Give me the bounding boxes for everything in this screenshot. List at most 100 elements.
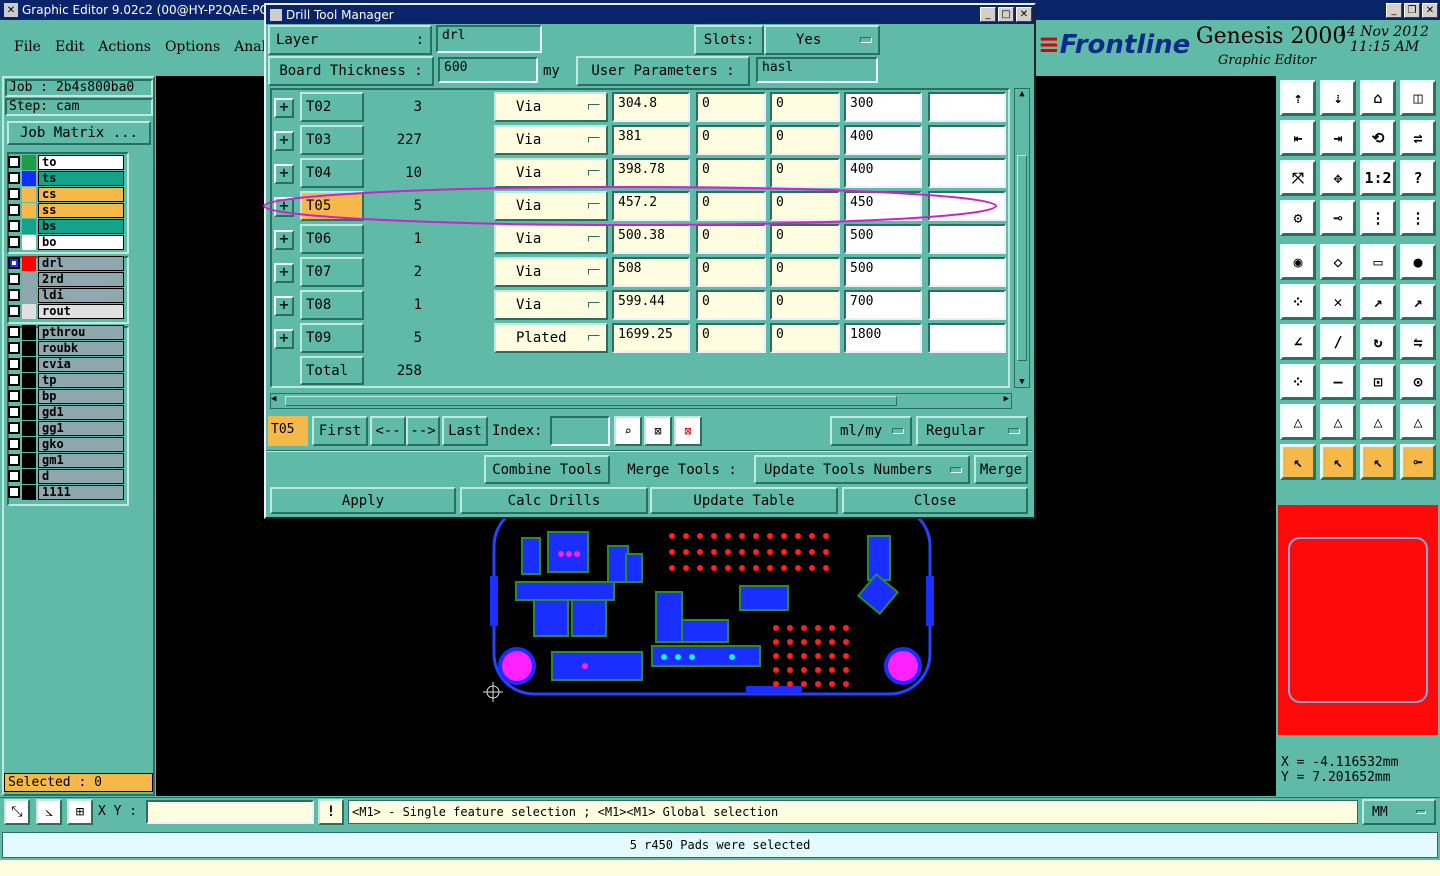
- table-row[interactable]: + T04 10 Via 398.78 0 0 400: [272, 157, 1008, 190]
- slots-select[interactable]: Yes: [764, 25, 880, 55]
- layer-checkbox[interactable]: [8, 454, 20, 466]
- tool-param1-field[interactable]: 0: [696, 92, 766, 122]
- layer-name[interactable]: 2rd: [38, 271, 124, 287]
- search-icon[interactable]: ⌕: [614, 416, 642, 446]
- zoom-fit-icon[interactable]: ⤡: [4, 799, 30, 825]
- layer-checkbox[interactable]: [8, 406, 20, 418]
- arc-icon[interactable]: ↻: [1360, 324, 1396, 360]
- dot-icon[interactable]: ●: [1400, 244, 1436, 280]
- table-row[interactable]: + T09 5 Plated 1699.25 0 0 1800: [272, 322, 1008, 355]
- tool-id[interactable]: T07: [300, 257, 364, 287]
- pointer-sel-icon[interactable]: ↖: [1360, 444, 1396, 480]
- tool-type-select[interactable]: Via: [494, 257, 608, 287]
- tool-size-field[interactable]: 304.8: [612, 92, 690, 122]
- layer-checkbox[interactable]: [8, 470, 20, 482]
- tool-param2-field[interactable]: 0: [770, 257, 840, 287]
- layer-row[interactable]: rout: [8, 303, 124, 319]
- net-alt-icon[interactable]: ⋮: [1400, 200, 1436, 236]
- mini-map[interactable]: [1278, 505, 1438, 735]
- tool-id[interactable]: T02: [300, 92, 364, 122]
- tool-extra-field[interactable]: [928, 125, 1006, 155]
- layer-row[interactable]: gg1: [8, 420, 124, 436]
- pad-icon[interactable]: ◉: [1280, 244, 1316, 280]
- layer-name[interactable]: tp: [38, 372, 124, 388]
- layer-row[interactable]: gd1: [8, 404, 124, 420]
- pan-icon[interactable]: ✥: [1320, 160, 1356, 196]
- move-left-icon[interactable]: ⇤: [1280, 120, 1316, 156]
- tool-finish-field[interactable]: 300: [844, 92, 922, 122]
- tool-param1-field[interactable]: 0: [696, 290, 766, 320]
- tool-param2-field[interactable]: 0: [770, 92, 840, 122]
- tool-param2-field[interactable]: 0: [770, 290, 840, 320]
- menu-actions[interactable]: Actions: [98, 39, 151, 55]
- hscroll-thumb[interactable]: [285, 396, 897, 406]
- layer-row[interactable]: to: [8, 154, 124, 170]
- update-table-button[interactable]: Update Table: [650, 487, 838, 514]
- layer-checkbox[interactable]: [8, 326, 20, 338]
- layer-row[interactable]: ldi: [8, 287, 124, 303]
- thickness-input[interactable]: 600: [438, 57, 538, 83]
- home-icon[interactable]: ⌂: [1360, 80, 1396, 116]
- layer-down-icon[interactable]: ⇣: [1320, 80, 1356, 116]
- layer-checkbox[interactable]: [8, 422, 20, 434]
- layer-checkbox[interactable]: [8, 273, 20, 285]
- layer-row[interactable]: ss: [8, 202, 124, 218]
- layer-checkbox[interactable]: [8, 374, 20, 386]
- layer-checkbox[interactable]: [8, 156, 20, 168]
- angle-icon[interactable]: ∠: [1280, 324, 1316, 360]
- dialog-minimize-button[interactable]: _: [980, 7, 996, 22]
- table-row[interactable]: + T06 1 Via 500.38 0 0 500: [272, 223, 1008, 256]
- expand-icon[interactable]: +: [274, 98, 294, 118]
- table-row[interactable]: + T03 227 Via 381 0 0 400: [272, 124, 1008, 157]
- line-icon[interactable]: ↗: [1360, 284, 1396, 320]
- table-row[interactable]: + T08 1 Via 599.44 0 0 700: [272, 289, 1008, 322]
- tool-finish-field[interactable]: 1800: [844, 323, 922, 353]
- tool-type-select[interactable]: Via: [494, 158, 608, 188]
- layer-name[interactable]: pthrou: [38, 324, 124, 340]
- scale-icon[interactable]: 1:2: [1360, 160, 1396, 196]
- tool-size-field[interactable]: 457.2: [612, 191, 690, 221]
- expand-icon[interactable]: +: [274, 296, 294, 316]
- layer-row[interactable]: cvia: [8, 356, 124, 372]
- panel-icon[interactable]: ◫: [1400, 80, 1436, 116]
- tool-extra-field[interactable]: [928, 92, 1006, 122]
- layer-row[interactable]: d: [8, 468, 124, 484]
- tool-type-select[interactable]: Plated: [494, 323, 608, 353]
- layer-checkbox[interactable]: [8, 305, 20, 317]
- layer-name[interactable]: d: [38, 468, 124, 484]
- dimension-icon[interactable]: ⊡: [1360, 364, 1396, 400]
- dialog-maximize-button[interactable]: □: [998, 7, 1014, 22]
- layer-name[interactable]: 1111: [38, 484, 124, 500]
- layer-row[interactable]: 1111: [8, 484, 124, 500]
- layer-row[interactable]: pthrou: [8, 324, 124, 340]
- xy-input[interactable]: [146, 800, 314, 824]
- combine-tools-button[interactable]: Combine Tools: [484, 455, 610, 484]
- cross-icon[interactable]: ✕: [1320, 284, 1356, 320]
- maximize-button[interactable]: ❐: [1404, 2, 1420, 18]
- tool-param1-field[interactable]: 0: [696, 158, 766, 188]
- user-params-input[interactable]: hasl: [756, 57, 878, 83]
- tool-param1-field[interactable]: 0: [696, 191, 766, 221]
- tool-param1-field[interactable]: 0: [696, 323, 766, 353]
- horizontal-scrollbar[interactable]: ◀ ▶: [270, 393, 1012, 409]
- tool-type-select[interactable]: Via: [494, 290, 608, 320]
- probe-icon[interactable]: ⊸: [1320, 200, 1356, 236]
- layer-row[interactable]: bp: [8, 388, 124, 404]
- layer-name[interactable]: bp: [38, 388, 124, 404]
- vertical-scrollbar[interactable]: ▲ ▼: [1014, 88, 1030, 388]
- help-icon[interactable]: ?: [1400, 160, 1436, 196]
- layer-name[interactable]: ss: [38, 202, 124, 218]
- layer-checkbox[interactable]: [8, 486, 20, 498]
- scroll-right-icon[interactable]: ▶: [1004, 394, 1009, 404]
- tool-extra-field[interactable]: [928, 224, 1006, 254]
- scroll-up-icon[interactable]: ▲: [1015, 89, 1029, 103]
- layer-name[interactable]: drl: [38, 255, 124, 271]
- menu-file[interactable]: File: [14, 39, 41, 55]
- layer-row[interactable]: bs: [8, 218, 124, 234]
- connect-icon[interactable]: ⁘: [1280, 284, 1316, 320]
- layer-checkbox[interactable]: [8, 188, 20, 200]
- close-button[interactable]: ✕: [1422, 2, 1438, 18]
- tool-id[interactable]: T06: [300, 224, 364, 254]
- layer-checkbox[interactable]: [8, 172, 20, 184]
- tool-param2-field[interactable]: 0: [770, 323, 840, 353]
